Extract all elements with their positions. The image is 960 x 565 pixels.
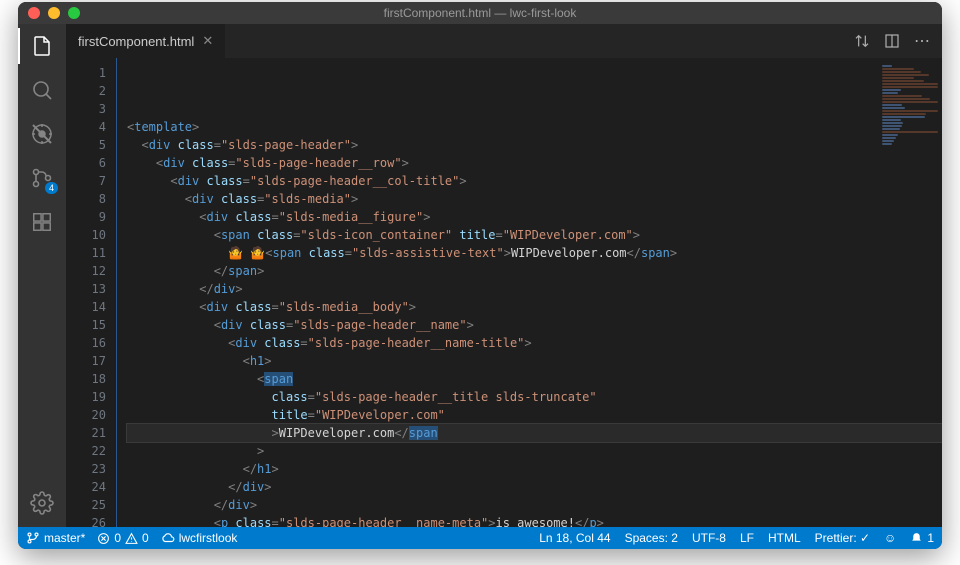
scm-badge: 4 — [45, 182, 58, 194]
cloud-indicator[interactable]: lwcfirstlook — [161, 531, 238, 545]
window-title: firstComponent.html — lwc-first-look — [18, 6, 942, 20]
branch-indicator[interactable]: master* — [26, 531, 85, 545]
line-number-gutter: 1234567891011121314151617181920212223242… — [66, 58, 116, 527]
scm-icon[interactable]: 4 — [28, 164, 56, 192]
editor-window: firstComponent.html — lwc-first-look 4 — [18, 2, 942, 549]
notifications-icon[interactable]: 1 — [910, 531, 934, 545]
window-close-button[interactable] — [28, 7, 40, 19]
warning-count: 0 — [142, 531, 149, 545]
cursor-position[interactable]: Ln 18, Col 44 — [539, 531, 610, 545]
editor-actions: ⋯ — [854, 24, 942, 58]
eol[interactable]: LF — [740, 531, 754, 545]
split-editor-icon[interactable] — [884, 33, 900, 49]
extensions-icon[interactable] — [28, 208, 56, 236]
tab-bar: firstComponent.html ✕ ⋯ — [66, 24, 942, 58]
branch-name: master* — [44, 531, 85, 545]
prettier-status[interactable]: Prettier: ✓ — [815, 531, 870, 545]
code-content[interactable]: <template> <div class="slds-page-header"… — [117, 58, 942, 527]
tab-label: firstComponent.html — [78, 34, 194, 49]
notification-count: 1 — [927, 531, 934, 545]
error-count: 0 — [114, 531, 121, 545]
language-mode[interactable]: HTML — [768, 531, 801, 545]
debug-icon[interactable] — [28, 120, 56, 148]
encoding[interactable]: UTF-8 — [692, 531, 726, 545]
code-editor[interactable]: 1234567891011121314151617181920212223242… — [66, 58, 942, 527]
status-bar: master* 0 0 lwcfirstlook Ln 18, Col 44 S… — [18, 527, 942, 549]
feedback-icon[interactable]: ☺ — [884, 531, 896, 545]
cloud-label: lwcfirstlook — [179, 531, 238, 545]
titlebar[interactable]: firstComponent.html — lwc-first-look — [18, 2, 942, 24]
activity-bar: 4 — [18, 24, 66, 527]
explorer-icon[interactable] — [28, 32, 56, 60]
gear-icon[interactable] — [28, 489, 56, 517]
window-minimize-button[interactable] — [48, 7, 60, 19]
more-icon[interactable]: ⋯ — [914, 31, 930, 51]
close-icon[interactable]: ✕ — [202, 33, 213, 49]
window-maximize-button[interactable] — [68, 7, 80, 19]
search-icon[interactable] — [28, 76, 56, 104]
tab-file[interactable]: firstComponent.html ✕ — [66, 24, 226, 58]
indentation[interactable]: Spaces: 2 — [625, 531, 678, 545]
problems-indicator[interactable]: 0 0 — [97, 531, 148, 545]
traffic-lights — [28, 7, 80, 19]
compare-icon[interactable] — [854, 33, 870, 49]
